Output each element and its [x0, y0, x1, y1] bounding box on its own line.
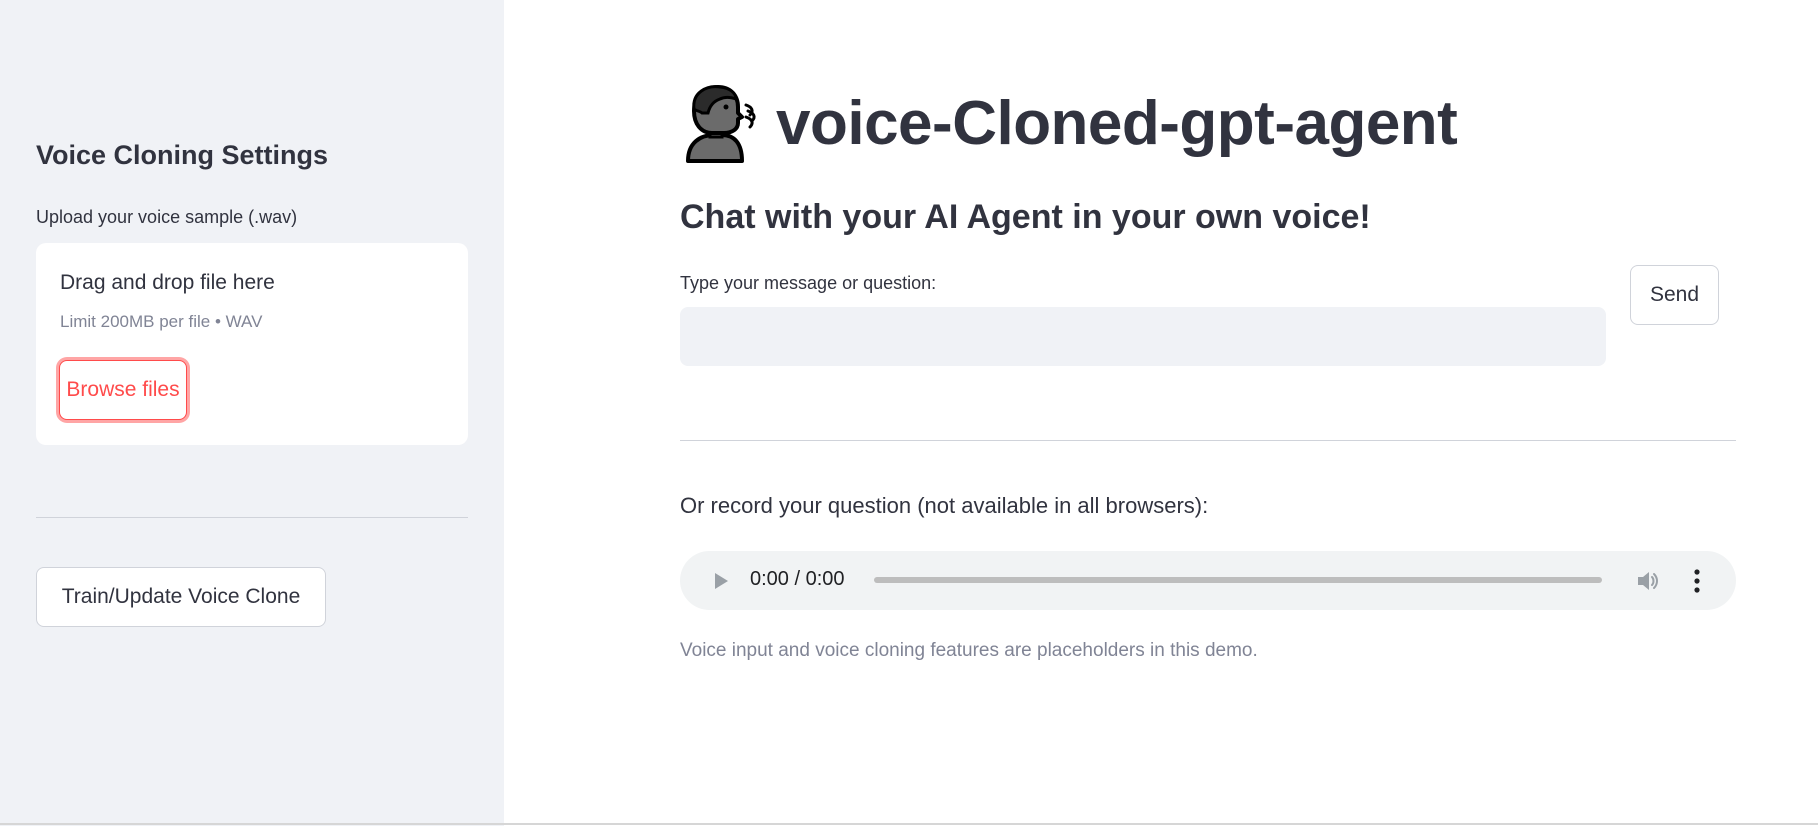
sidebar-title: Voice Cloning Settings [36, 140, 329, 170]
sidebar: Voice Cloning Settings Upload your voice… [0, 0, 504, 826]
record-label: Or record your question (not available i… [680, 493, 1209, 518]
train-voice-clone-button[interactable]: Train/Update Voice Clone [36, 567, 326, 627]
browse-files-button[interactable]: Browse files [59, 360, 187, 420]
audio-player: 0:00 / 0:00 [680, 551, 1736, 610]
placeholder-caption: Voice input and voice cloning features a… [680, 640, 1258, 661]
more-options-icon[interactable] [1690, 567, 1704, 595]
message-input-label: Type your message or question: [680, 273, 937, 293]
dropzone-title: Drag and drop file here [60, 271, 275, 294]
main-divider [680, 440, 1736, 441]
dropzone-limit: Limit 200MB per file • WAV [60, 312, 263, 331]
audio-time: 0:00 / 0:00 [750, 568, 845, 590]
upload-label: Upload your voice sample (.wav) [36, 207, 298, 227]
speaking-head-icon [686, 85, 756, 163]
sidebar-divider [36, 517, 468, 518]
app-root: Voice Cloning Settings Upload your voice… [0, 0, 1818, 826]
message-input[interactable] [680, 307, 1606, 366]
bottom-border [0, 823, 1818, 825]
audio-seek-bar[interactable] [874, 577, 1602, 583]
page-title: voice-Cloned-gpt-agent [680, 82, 1458, 164]
file-dropzone[interactable]: Drag and drop file here Limit 200MB per … [36, 243, 468, 445]
page-title-text: voice-Cloned-gpt-agent [776, 88, 1458, 158]
page-subtitle: Chat with your AI Agent in your own voic… [680, 198, 1371, 236]
send-button[interactable]: Send [1630, 265, 1719, 325]
volume-icon[interactable] [1635, 568, 1661, 594]
play-icon[interactable] [711, 571, 731, 591]
